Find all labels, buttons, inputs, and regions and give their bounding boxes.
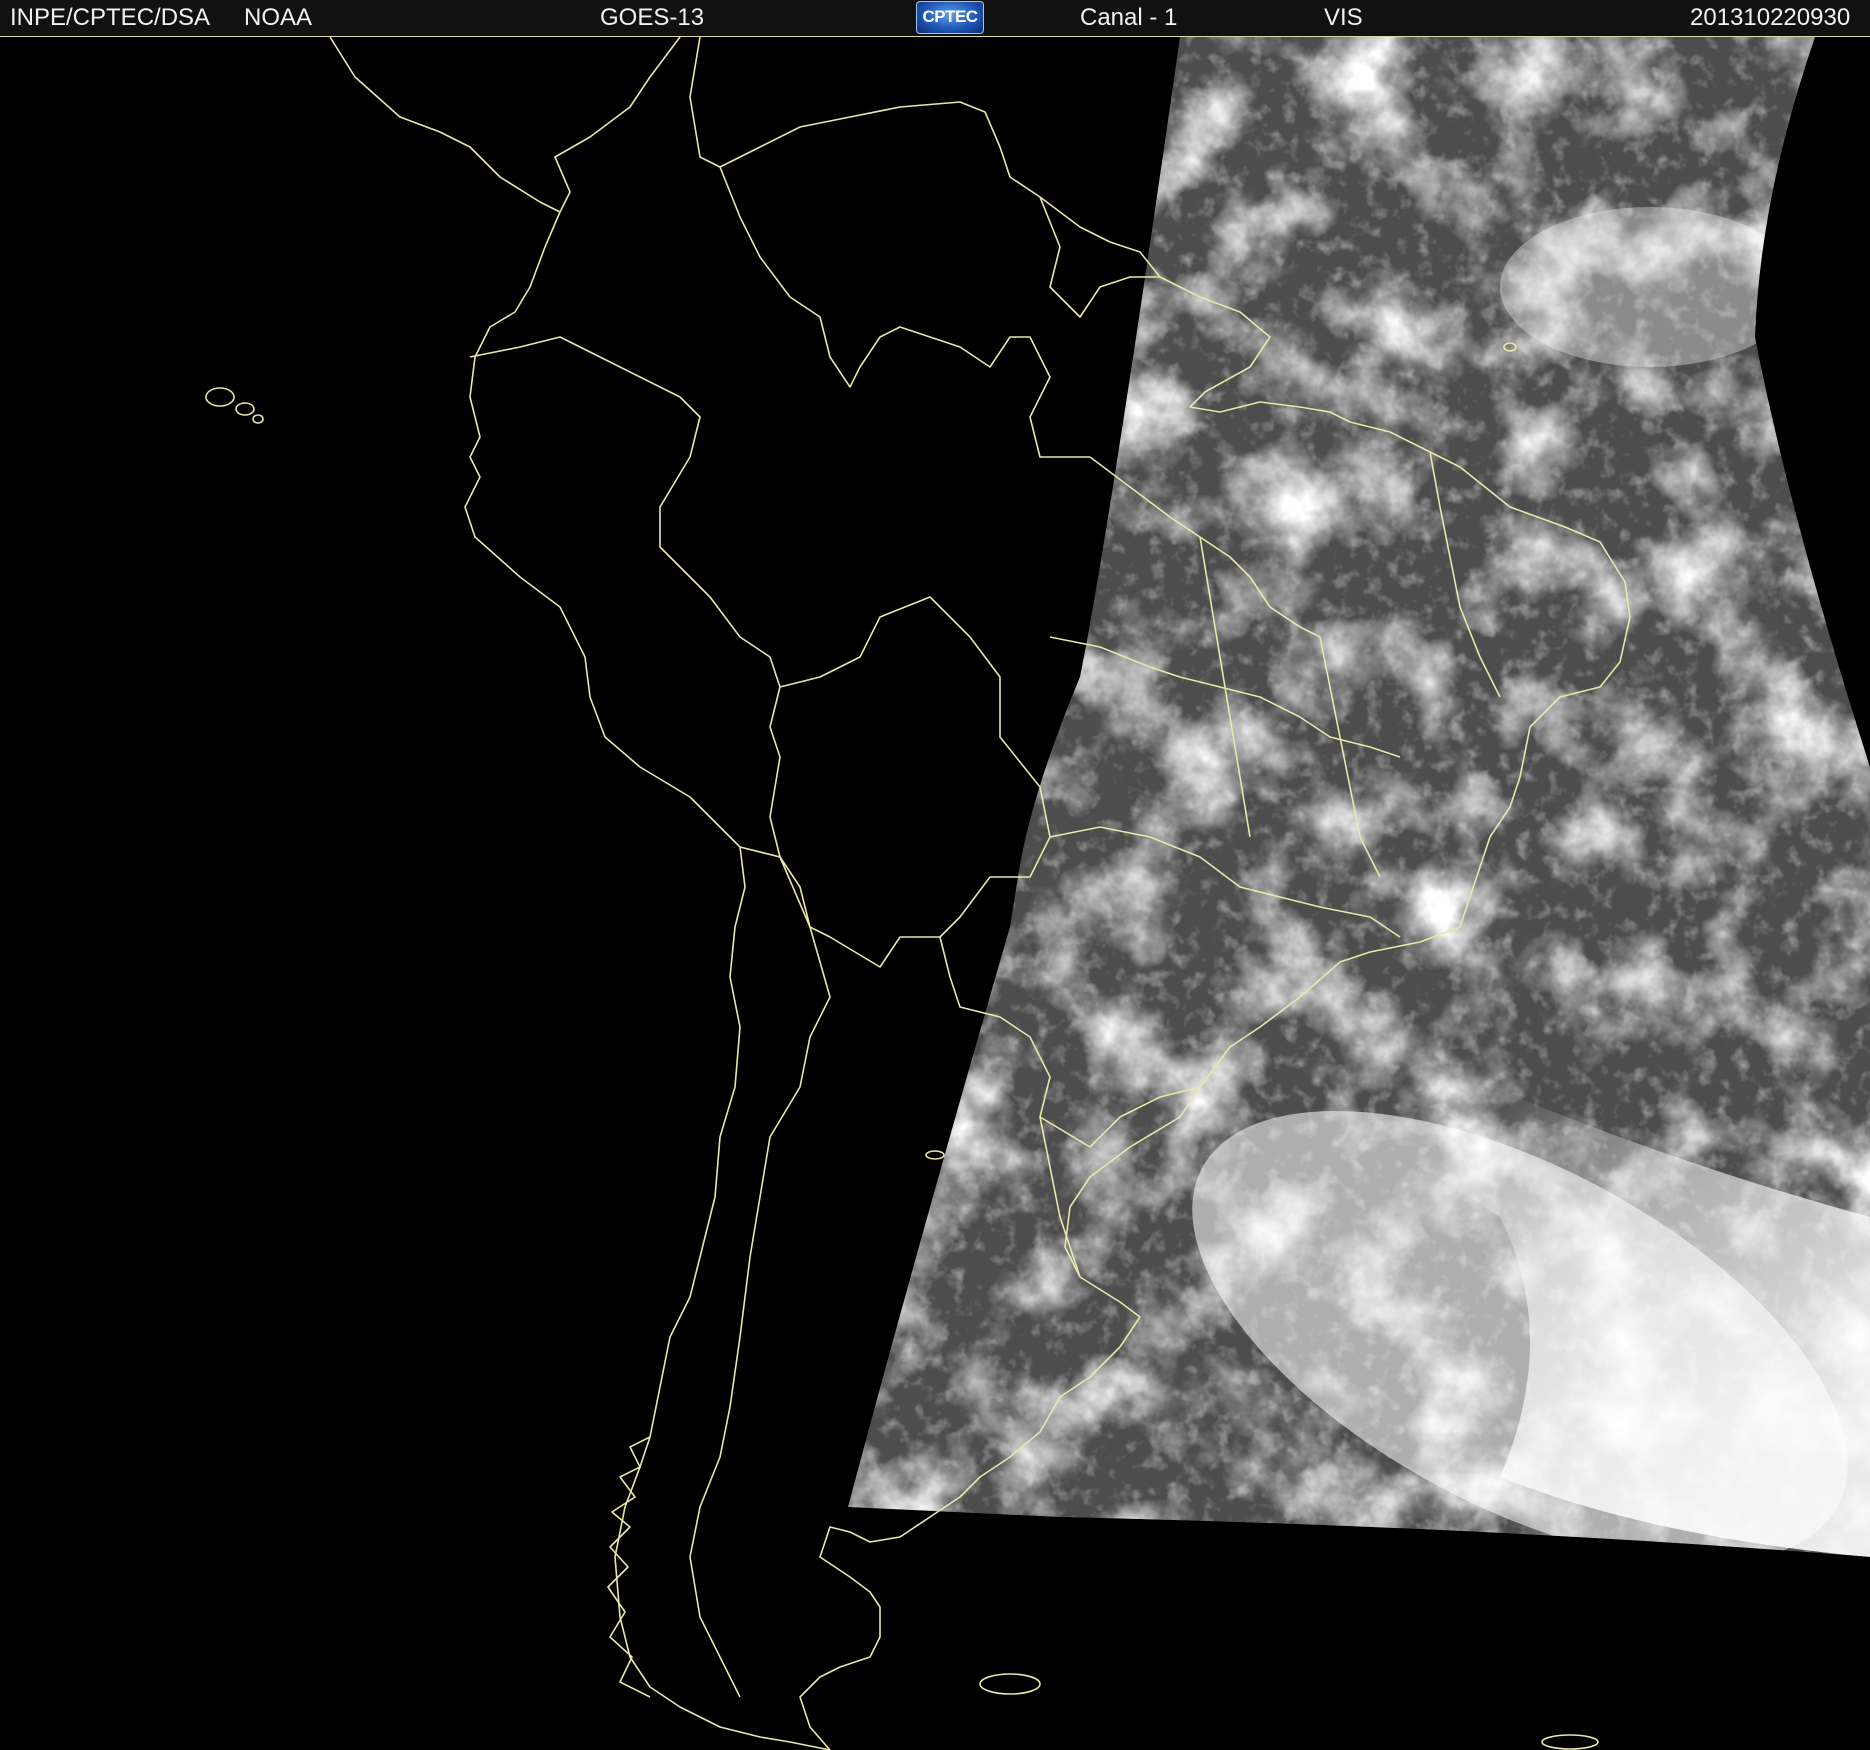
tropical-cloud-cluster <box>1500 207 1800 367</box>
satellite-label: GOES-13 <box>600 4 705 31</box>
channel-label: Canal - 1 <box>1080 4 1178 31</box>
band-label: VIS <box>1324 4 1363 31</box>
image-header: INPE/CPTEC/DSA NOAA GOES-13 CPTEC Canal … <box>0 0 1870 37</box>
agency-label: INPE/CPTEC/DSA <box>10 4 211 31</box>
timestamp-label: 201310220930 <box>1690 4 1851 31</box>
satellite-map-svg <box>0 37 1870 1750</box>
provider-label: NOAA <box>244 4 313 31</box>
cptec-logo: CPTEC <box>916 1 984 34</box>
satellite-map <box>0 37 1870 1750</box>
